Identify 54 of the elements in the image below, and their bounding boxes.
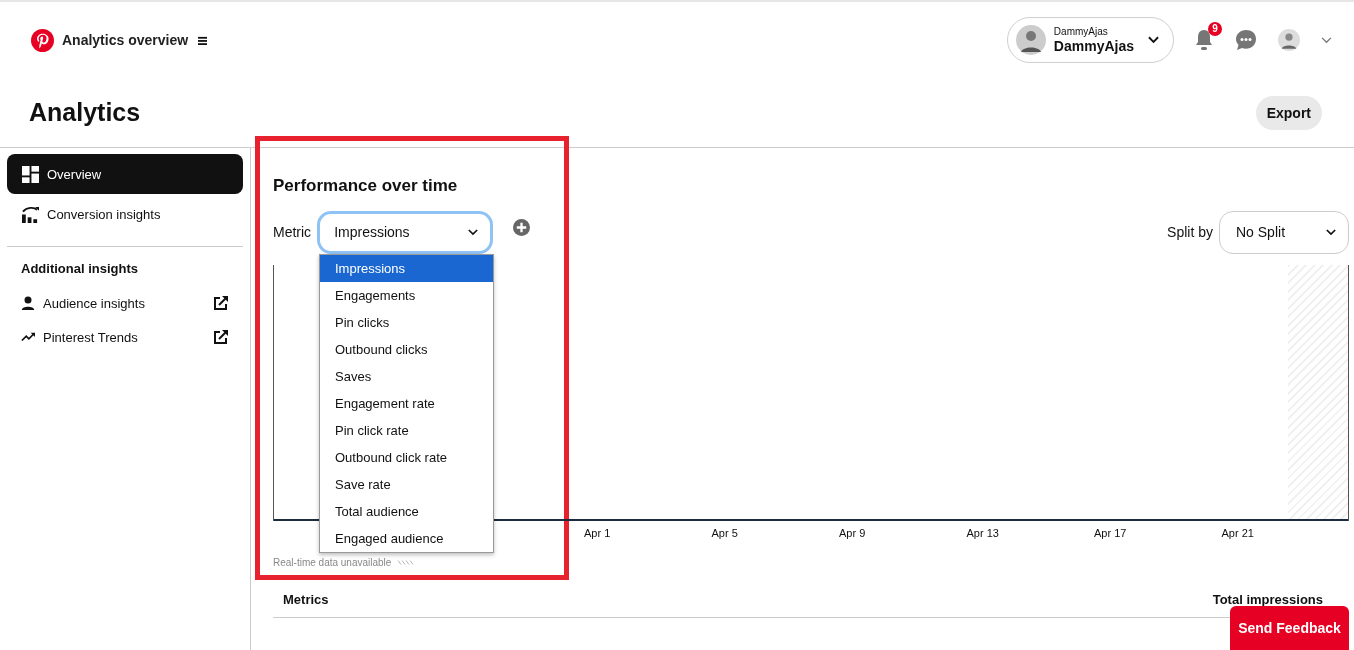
sidebar-item[interactable]: Conversion insights — [7, 194, 243, 234]
axis-label: Apr 17 — [1094, 526, 1128, 541]
menu-icon[interactable] — [198, 35, 208, 45]
external-link-icon — [214, 330, 228, 344]
person-icon — [21, 296, 35, 310]
menu-option[interactable]: Pin click rate — [320, 417, 493, 444]
axis-label: Apr 13 — [966, 526, 1000, 541]
bar-chart-icon — [22, 205, 39, 223]
section-title: Performance over time — [273, 176, 459, 196]
trend-icon — [21, 330, 35, 344]
chevron-down-icon — [1326, 228, 1336, 236]
add-icon[interactable] — [513, 218, 531, 236]
bell-icon[interactable] — [1194, 29, 1214, 51]
split-select[interactable]: No Split — [1219, 210, 1349, 254]
menu-option[interactable]: Engagement rate — [320, 390, 493, 417]
axis-label: Apr 9 — [839, 526, 867, 541]
axis-label: Apr 5 — [711, 526, 739, 541]
header-title: Analytics overview — [62, 32, 189, 48]
menu-option[interactable]: Outbound click rate — [320, 444, 493, 471]
sidebar-item[interactable]: Overview — [7, 154, 243, 194]
menu-option[interactable]: Impressions — [320, 255, 493, 282]
avatar-icon — [1015, 25, 1046, 55]
sidebar-link[interactable]: Audience insights — [7, 286, 243, 320]
column-header: Total impressions — [1212, 591, 1323, 607]
send-feedback-button[interactable]: Send Feedback — [1230, 606, 1349, 650]
chevron-down-icon — [1148, 36, 1159, 44]
menu-option[interactable]: Save rate — [320, 471, 493, 498]
menu-option[interactable]: Engagements — [320, 282, 493, 309]
hatch-icon — [397, 559, 416, 566]
pinterest-logo-icon[interactable] — [31, 28, 54, 52]
chat-icon[interactable] — [1235, 29, 1257, 51]
page-title: Analytics — [29, 98, 141, 127]
menu-option[interactable]: Engaged audience — [320, 525, 493, 552]
dashboard-icon — [22, 165, 39, 183]
metric-select[interactable]: Impressions — [317, 210, 494, 254]
menu-option[interactable]: Outbound clicks — [320, 336, 493, 363]
chevron-down-icon — [468, 228, 479, 236]
section-heading: Additional insights — [20, 261, 139, 276]
external-link-icon — [214, 296, 228, 310]
avatar-icon[interactable] — [1278, 29, 1300, 51]
export-button[interactable]: Export — [1255, 95, 1322, 130]
menu-option[interactable]: Saves — [320, 363, 493, 390]
metrics-heading: Metrics — [283, 591, 329, 607]
menu-option[interactable]: Total audience — [320, 498, 493, 525]
account-switcher[interactable]: DammyAjas DammyAjas — [1006, 17, 1174, 63]
split-label: Split by — [1167, 224, 1213, 240]
menu-option[interactable]: Pin clicks — [320, 309, 493, 336]
sidebar-link[interactable]: Pinterest Trends — [7, 320, 243, 354]
metric-label: Metric — [273, 224, 312, 240]
axis-label: Apr 21 — [1221, 526, 1255, 541]
notification-badge: 9 — [1208, 22, 1222, 36]
chevron-down-icon[interactable] — [1321, 36, 1332, 44]
status-note: Real-time data unavailable — [273, 557, 392, 568]
axis-label: Apr 1 — [584, 526, 612, 541]
